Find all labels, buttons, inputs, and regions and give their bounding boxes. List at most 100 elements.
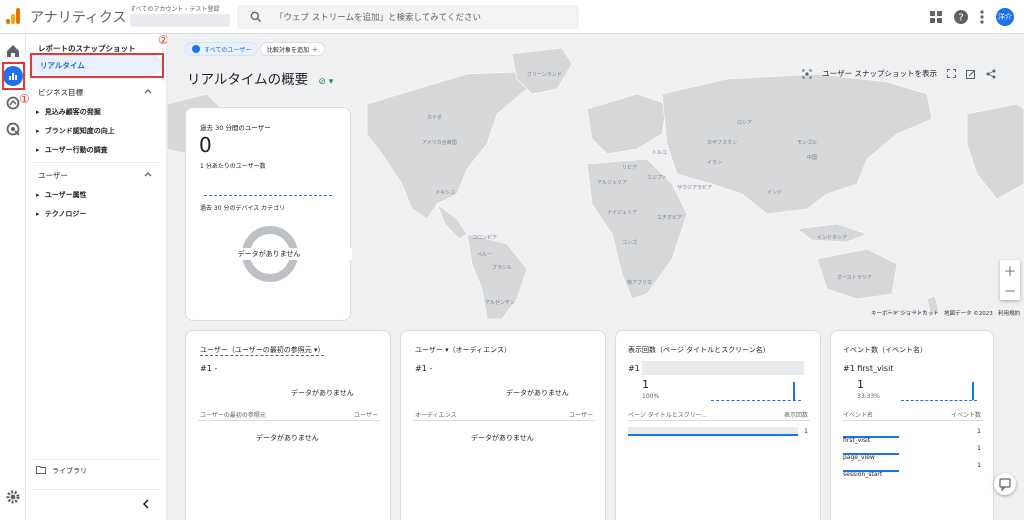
map-label: サウジアラビア	[677, 184, 712, 191]
map-label: イラン	[707, 160, 722, 166]
chevron-up-icon[interactable]	[144, 88, 152, 94]
table-row[interactable]: first_visit	[843, 427, 899, 444]
map-label: ナイジェリア	[607, 210, 637, 216]
column-header-dimension[interactable]: オーディエンス	[415, 410, 456, 419]
share-icon[interactable]	[986, 69, 996, 79]
highlight-box-reports	[2, 62, 25, 90]
fullscreen-icon[interactable]	[947, 69, 956, 78]
analytics-logo-icon[interactable]	[6, 8, 22, 24]
nav-divider	[32, 162, 160, 163]
sparkline-bar	[793, 382, 795, 400]
status-check-icon[interactable]: ⊘ ▾	[318, 77, 333, 87]
main-content: アメリカ合衆国 カナダ メキシコ ブラジル アルゼンチン ロシア 中国 インド …	[167, 34, 1024, 520]
chevron-up-icon[interactable]	[144, 171, 152, 177]
map-label: トルコ	[652, 150, 667, 156]
search-bar[interactable]: 「ウェブ ストリームを追加」と検索してみてください	[237, 5, 579, 29]
nav-item-behavior[interactable]: ▸ ユーザー行動の調査	[36, 145, 108, 155]
feedback-icon	[999, 478, 1011, 492]
card-title[interactable]: ユーザー（ユーザーの最初の参照元 ▾）	[200, 345, 325, 356]
column-header-metric[interactable]: ユーザー	[569, 410, 593, 419]
all-users-chip[interactable]: すべてのユーザー	[185, 42, 259, 56]
map-label: ペルー	[477, 252, 492, 258]
map-zoom-control: ＋ －	[1000, 260, 1020, 300]
card-rank: #1 -	[415, 364, 433, 373]
map-label: グリーンランド	[527, 71, 562, 78]
sparkline	[901, 400, 977, 401]
card-title[interactable]: ユーザー ▾（オーディエンス）	[415, 345, 511, 355]
add-comparison-chip[interactable]: 比較対象を追加＋	[260, 42, 326, 56]
map-attribution: キーボード ショートカット 地図データ ©2023 利用規約	[870, 311, 1020, 317]
column-header-dimension[interactable]: ページ タイトルとスクリー...	[628, 410, 708, 419]
edit-report-icon[interactable]	[966, 69, 976, 79]
map-label: カナダ	[427, 114, 442, 121]
users-by-audience-card: ユーザー ▾（オーディエンス） #1 - データがありません オーディエンス ユ…	[400, 330, 606, 520]
nav-item-brand[interactable]: ▸ ブランド認知度の向上	[36, 126, 115, 136]
left-rail	[0, 34, 26, 520]
map-label: モンゴル	[797, 139, 817, 146]
device-category-label: 過去 30 分のデバイス カテゴリ	[200, 205, 286, 212]
highlight-box-realtime	[30, 53, 164, 78]
home-icon[interactable]	[5, 43, 21, 59]
no-data-text: データがありません	[256, 434, 319, 442]
column-header-metric[interactable]: イベント数	[951, 410, 981, 419]
per-minute-label: 1 分あたりのユーザー数	[200, 163, 266, 170]
realtime-overview-card: 過去 30 分間のユーザー 0 1 分あたりのユーザー数 過去 30 分のデバイ…	[185, 107, 352, 321]
top-bar: アナリティクス すべてのアカウント › テスト登録 「ウェブ ストリームを追加」…	[0, 0, 1024, 34]
no-data-text: データがありません	[506, 389, 569, 397]
table-divider	[413, 420, 595, 421]
map-label: オーストラリア	[837, 275, 872, 281]
apps-grid-icon[interactable]	[930, 11, 942, 23]
feedback-button[interactable]	[994, 473, 1016, 495]
table-row[interactable]: session_start	[843, 461, 899, 478]
nav-heading-business[interactable]: ビジネス目標	[38, 87, 83, 98]
advertising-icon[interactable]	[5, 121, 21, 137]
nav-heading-user[interactable]: ユーザー	[38, 170, 68, 181]
map-label: エチオピア	[657, 215, 682, 221]
table-divider	[628, 420, 810, 421]
plus-icon: ＋	[312, 46, 319, 54]
card-value: 1	[642, 378, 649, 391]
table-row[interactable]	[628, 427, 798, 436]
table-divider	[198, 420, 380, 421]
card-title[interactable]: イベント数（イベント名）	[843, 345, 927, 355]
more-vert-icon[interactable]	[980, 10, 984, 24]
help-icon[interactable]: ?	[954, 10, 968, 24]
zoom-in-button[interactable]: ＋	[1000, 260, 1020, 280]
nav-item-leads[interactable]: ▸ 見込み顧客の発掘	[36, 107, 101, 117]
column-header-dimension[interactable]: ユーザーの最初の参照元	[200, 410, 266, 419]
column-header-metric[interactable]: 表示回数	[784, 410, 808, 419]
map-label: アルジェリア	[597, 180, 627, 186]
table-row-value: 1	[977, 428, 981, 435]
nav-item-demographics[interactable]: ▸ ユーザー属性	[36, 190, 87, 200]
card-rank: #1 first_visit	[843, 364, 894, 373]
segment-dot-icon	[192, 45, 200, 53]
card-title[interactable]: 表示回数（ページ タイトルとスクリーン名）	[628, 345, 770, 355]
property-selector[interactable]	[130, 14, 230, 27]
zoom-out-button[interactable]: －	[1000, 280, 1020, 300]
table-row-value: 1	[804, 428, 808, 435]
user-snapshot-icon	[802, 69, 812, 78]
map-label: ブラジル	[492, 264, 512, 271]
card-rank: #1 -	[200, 364, 218, 373]
redacted-page-title	[642, 361, 804, 375]
account-breadcrumb[interactable]: すべてのアカウント › テスト登録	[130, 4, 220, 13]
column-header-dimension[interactable]: イベント名	[843, 410, 873, 419]
view-user-snapshot-button[interactable]: ユーザー スナップショットを表示	[822, 68, 937, 79]
no-data-text: データがありません	[291, 389, 354, 397]
search-placeholder: 「ウェブ ストリームを追加」と検索してみてください	[275, 13, 481, 23]
table-row[interactable]: page_view	[843, 444, 899, 461]
card-percent: 100%	[642, 393, 660, 400]
search-icon	[250, 11, 262, 23]
nav-divider	[32, 489, 160, 490]
nav-item-library[interactable]: ライブラリ	[52, 466, 87, 476]
map-label: インド	[767, 190, 782, 196]
callout-one: ①	[19, 92, 30, 106]
users-30min-label: 過去 30 分間のユーザー	[200, 124, 271, 132]
map-label: エジプト	[647, 175, 667, 181]
nav-item-tech[interactable]: ▸ テクノロジー	[36, 209, 86, 219]
gear-icon[interactable]	[5, 489, 21, 505]
page-title: リアルタイムの概要 ⊘ ▾	[187, 72, 334, 88]
chevron-left-icon[interactable]	[142, 499, 150, 509]
avatar[interactable]: 洋介	[996, 8, 1014, 26]
column-header-metric[interactable]: ユーザー	[354, 410, 378, 419]
